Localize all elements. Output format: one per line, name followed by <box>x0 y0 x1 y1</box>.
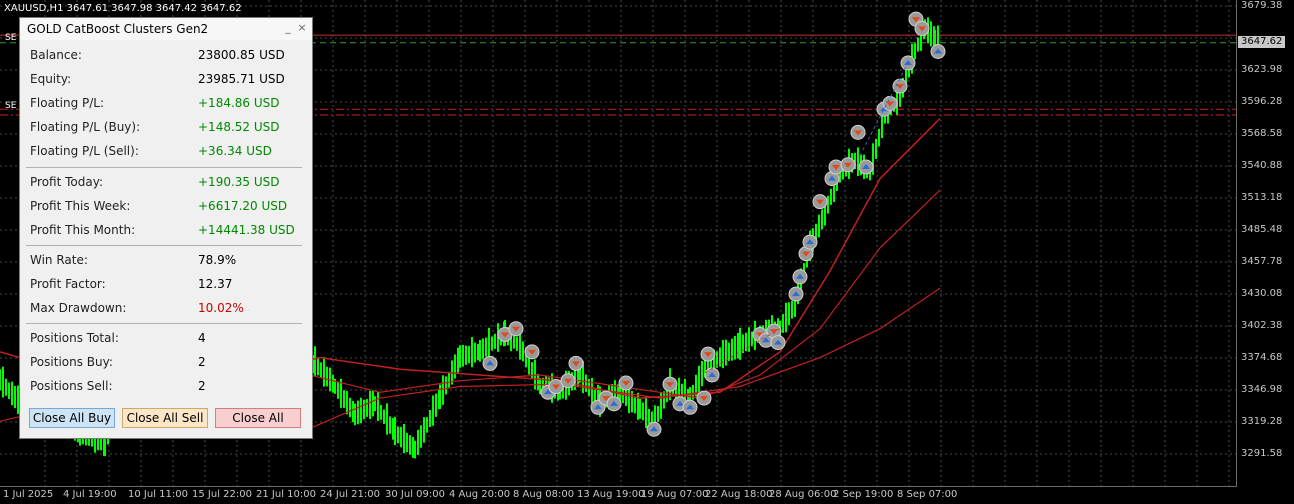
stat-value: 2 <box>198 355 206 369</box>
close-icon[interactable]: × <box>296 21 308 35</box>
stat-label: Equity: <box>30 72 72 86</box>
stat-label: Floating P/L (Buy): <box>30 120 141 134</box>
stat-label: Profit Today: <box>30 175 103 189</box>
stat-value: +14441.38 USD <box>198 223 295 237</box>
stat-label: Positions Sell: <box>30 379 113 393</box>
panel-title: GOLD CatBoost Clusters Gen2 <box>27 22 209 36</box>
time-label: 1 Jul 2025 <box>3 489 54 500</box>
stat-value: 23800.85 USD <box>198 48 285 62</box>
stat-label: Positions Buy: <box>30 355 113 369</box>
stat-value: 2 <box>198 379 206 393</box>
price-label: 3402.38 <box>1241 320 1283 331</box>
price-label: 3679.38 <box>1241 0 1283 11</box>
stat-value: 10.02% <box>198 301 244 315</box>
stat-label: Floating P/L: <box>30 96 105 110</box>
stat-value: 12.37 <box>198 277 233 291</box>
price-label: 3540.88 <box>1241 160 1283 171</box>
current-price-tag: 3647.62 <box>1238 36 1286 48</box>
close-all-sell-button[interactable]: Close All Sell <box>122 408 208 428</box>
symbol-info: XAUUSD,H1 3647.61 3647.98 3647.42 3647.6… <box>4 3 242 14</box>
stat-value: +36.34 USD <box>198 144 272 158</box>
stat-row: Floating P/L: +184.86 USD <box>30 93 302 113</box>
time-label: 30 Jul 09:00 <box>385 489 445 500</box>
stat-value: +148.52 USD <box>198 120 280 134</box>
close-all-button[interactable]: Close All <box>215 408 301 428</box>
stat-row: Positions Total: 4 <box>30 328 302 348</box>
close-all-buy-button[interactable]: Close All Buy <box>29 408 115 428</box>
divider <box>26 167 302 168</box>
time-label: 28 Aug 06:00 <box>769 489 837 500</box>
price-label: 3623.98 <box>1241 64 1283 75</box>
stat-row: Floating P/L (Sell): +36.34 USD <box>30 141 302 161</box>
price-label: 3485.48 <box>1241 224 1283 235</box>
stat-row: Win Rate: 78.9% <box>30 250 302 270</box>
stat-row: Profit Today: +190.35 USD <box>30 172 302 192</box>
time-label: 13 Aug 19:00 <box>577 489 645 500</box>
time-label: 10 Jul 11:00 <box>128 489 188 500</box>
time-label: 19 Aug 07:00 <box>641 489 709 500</box>
stat-value: +184.86 USD <box>198 96 280 110</box>
stat-row: Positions Buy: 2 <box>30 352 302 372</box>
stat-label: Win Rate: <box>30 253 88 267</box>
stat-label: Max Drawdown: <box>30 301 127 315</box>
price-label: 3430.08 <box>1241 288 1283 299</box>
time-axis[interactable]: 1 Jul 2025 4 Jul 19:00 10 Jul 11:00 15 Jul … <box>0 487 1236 504</box>
time-label: 8 Sep 07:00 <box>897 489 958 500</box>
stat-label: Positions Total: <box>30 331 119 345</box>
stat-label: Balance: <box>30 48 82 62</box>
stat-row: Equity: 23985.71 USD <box>30 69 302 89</box>
minimize-icon[interactable]: _ <box>282 21 294 35</box>
stat-row: Profit This Month: +14441.38 USD <box>30 220 302 240</box>
time-label: 24 Jul 21:00 <box>320 489 380 500</box>
time-label: 2 Sep 19:00 <box>833 489 894 500</box>
stat-row: Profit Factor: 12.37 <box>30 274 302 294</box>
stat-label: Profit This Week: <box>30 199 131 213</box>
price-label: 3457.78 <box>1241 256 1283 267</box>
price-label: 3346.98 <box>1241 384 1283 395</box>
stat-row: Floating P/L (Buy): +148.52 USD <box>30 117 302 137</box>
time-label: 4 Jul 19:00 <box>63 489 117 500</box>
price-axis[interactable]: 3679.38 3623.98 3596.28 3568.58 3540.88 3513.… <box>1237 0 1294 486</box>
price-label: 3319.28 <box>1241 416 1283 427</box>
stat-label: Profit This Month: <box>30 223 136 237</box>
moving-average-line <box>299 287 941 434</box>
time-label: 8 Aug 08:00 <box>513 489 575 500</box>
panel-header[interactable]: GOLD CatBoost Clusters Gen2 _ × <box>20 18 312 40</box>
price-label: 3291.58 <box>1241 448 1283 459</box>
stat-value: 78.9% <box>198 253 237 267</box>
side-mark-bottom: SE <box>5 101 17 111</box>
divider <box>26 245 302 246</box>
stat-row: Positions Sell: 2 <box>30 376 302 396</box>
price-label: 3568.58 <box>1241 128 1283 139</box>
price-label: 3374.68 <box>1241 352 1283 363</box>
time-label: 15 Jul 22:00 <box>192 489 252 500</box>
time-label: 22 Aug 18:00 <box>705 489 773 500</box>
price-label: 3513.18 <box>1241 192 1283 203</box>
time-label: 21 Jul 10:00 <box>256 489 316 500</box>
stat-value: +190.35 USD <box>198 175 280 189</box>
stat-label: Profit Factor: <box>30 277 106 291</box>
stat-label: Floating P/L (Sell): <box>30 144 139 158</box>
stat-row: Profit This Week: +6617.20 USD <box>30 196 302 216</box>
time-label: 4 Aug 20:00 <box>449 489 511 500</box>
stat-value: 23985.71 USD <box>198 72 285 86</box>
stat-row: Balance: 23800.85 USD <box>30 45 302 65</box>
side-mark-top: SE <box>5 33 17 43</box>
stat-row: Max Drawdown: 10.02% <box>30 298 302 318</box>
stat-value: 4 <box>198 331 206 345</box>
ea-info-panel[interactable]: GOLD CatBoost Clusters Gen2 _ × Balance:… <box>19 17 313 439</box>
price-label: 3596.28 <box>1241 96 1283 107</box>
stat-value: +6617.20 USD <box>198 199 288 213</box>
divider <box>26 323 302 324</box>
